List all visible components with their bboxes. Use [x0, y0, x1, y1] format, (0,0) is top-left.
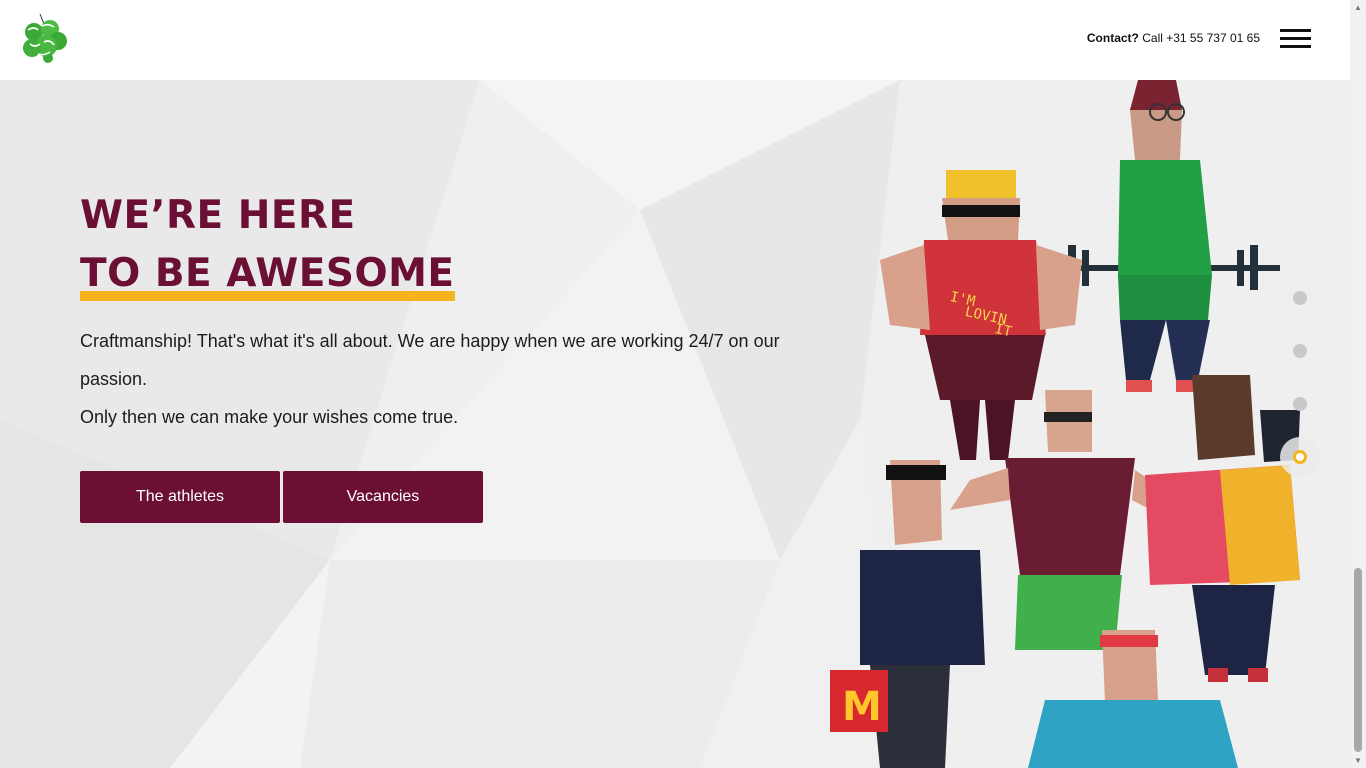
hero-title-line1: WE’RE HERE	[80, 193, 356, 238]
slide-dot-1[interactable]	[1293, 291, 1307, 305]
vacancies-button[interactable]: Vacancies	[283, 471, 483, 523]
athletes-button[interactable]: The athletes	[80, 471, 280, 523]
hero-intro: Craftmanship! That's what it's all about…	[80, 322, 800, 436]
hamburger-icon[interactable]	[1280, 29, 1312, 51]
intro-paragraph-2: Only then we can make your wishes come t…	[80, 407, 459, 427]
scrollbar-thumb[interactable]	[1354, 568, 1362, 752]
intro-paragraph-1: Craftmanship! That's what it's all about…	[80, 331, 780, 389]
slide-dot-3[interactable]	[1293, 397, 1307, 411]
barbell-man	[1050, 80, 1280, 392]
contact-phone[interactable]: Call +31 55 737 01 65	[1142, 31, 1260, 45]
contact-info: Contact? Call +31 55 737 01 65	[1087, 31, 1260, 45]
hero-title: WE’RE HERE TO BE AWESOME	[80, 193, 455, 302]
site-header: Contact? Call +31 55 737 01 65	[0, 0, 1350, 80]
slide-dot-2[interactable]	[1293, 344, 1307, 358]
best-relic-logo[interactable]	[20, 12, 70, 64]
bearded-man	[1145, 375, 1300, 682]
contact-label: Contact?	[1086, 31, 1139, 45]
athletes-illustration: I'M LOVIN IT M	[830, 80, 1300, 768]
page-scrollbar[interactable]: ▲ ▼	[1350, 0, 1366, 768]
hero-title-line2: TO BE AWESOME	[80, 254, 455, 302]
slide-dot-4-active[interactable]	[1280, 437, 1320, 477]
center-athlete	[950, 390, 1180, 650]
svg-text:M: M	[842, 684, 882, 730]
